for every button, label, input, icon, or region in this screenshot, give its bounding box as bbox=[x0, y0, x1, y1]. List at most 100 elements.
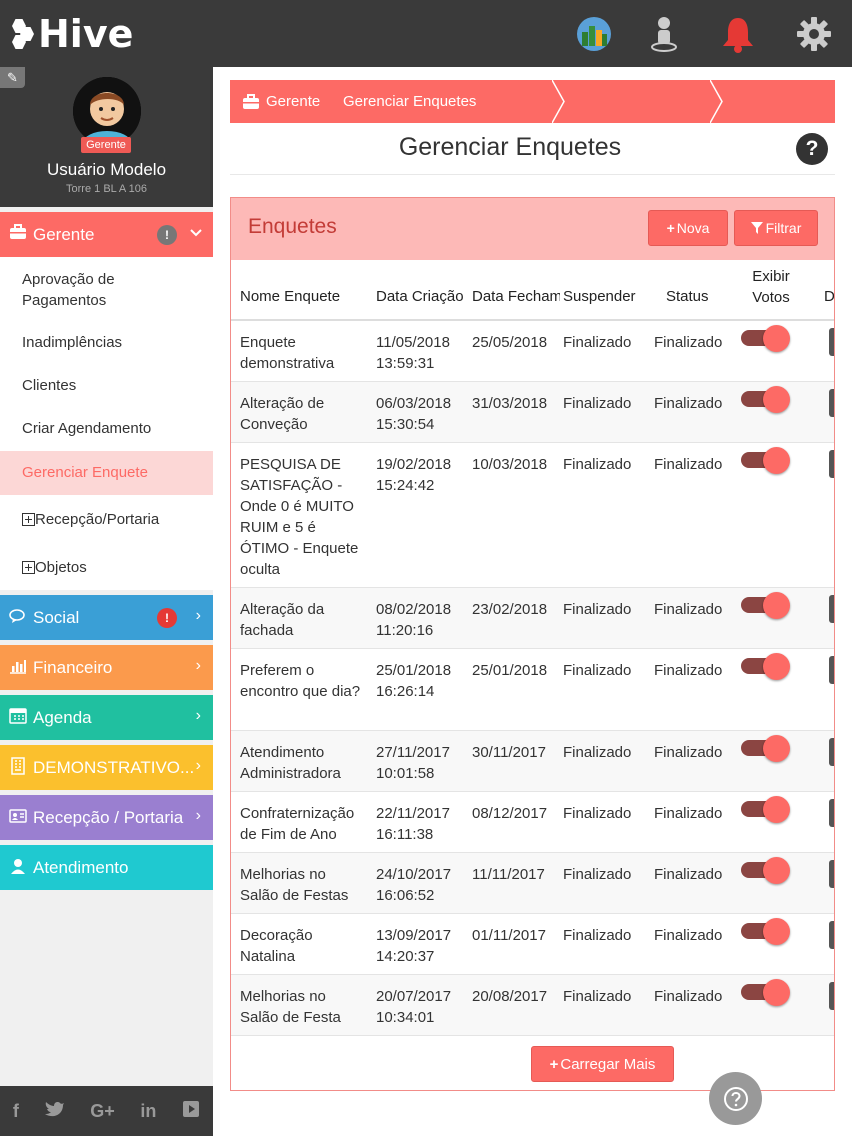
cell-suspend: Finalizado bbox=[560, 587, 651, 649]
column-header-status[interactable]: Status bbox=[651, 260, 741, 321]
table-row[interactable]: Enquete demonstrativa 11/05/2018 13:59:31… bbox=[231, 320, 834, 382]
cell-created: 22/11/2017 16:11:38 bbox=[367, 791, 463, 853]
panel-header: Enquetes + Nova Filtrar bbox=[231, 198, 834, 260]
row-action-button[interactable] bbox=[829, 798, 834, 827]
gear-icon[interactable] bbox=[794, 14, 834, 54]
cell-name: Confraternização de Fim de Ano bbox=[231, 791, 367, 853]
google-plus-icon[interactable]: G+ bbox=[90, 1101, 115, 1122]
menu-financeiro[interactable]: Financeiro › bbox=[0, 645, 213, 690]
chevron-right-icon: › bbox=[195, 607, 201, 624]
show-votes-toggle[interactable] bbox=[741, 591, 791, 619]
load-more-button[interactable]: + Carregar Mais bbox=[531, 1046, 674, 1082]
column-header-nome[interactable]: Nome Enquete bbox=[231, 260, 367, 321]
column-header-suspender[interactable]: Suspender bbox=[560, 260, 651, 321]
sidebar-item-recepcao-portaria[interactable]: Recepção/Portaria bbox=[22, 511, 159, 528]
facebook-icon[interactable]: f bbox=[13, 1101, 19, 1122]
bell-icon[interactable] bbox=[718, 14, 758, 54]
chevron-down-icon bbox=[189, 224, 203, 247]
sidebar-item-objetos[interactable]: Objetos bbox=[22, 559, 87, 576]
column-header-data-fechamento[interactable]: Data Fechamento bbox=[463, 260, 560, 321]
sidebar-item-clientes[interactable]: Clientes bbox=[22, 377, 76, 394]
menu-gerente[interactable]: Gerente ! bbox=[0, 212, 213, 257]
sidebar-item-criar-agendamento[interactable]: Criar Agendamento bbox=[22, 420, 151, 437]
profile-unit: Torre 1 BL A 106 bbox=[66, 183, 147, 195]
new-button-label: Nova bbox=[676, 220, 710, 236]
breadcrumb-home[interactable]: Gerente bbox=[242, 80, 320, 123]
cell-name: Alteração da fachada bbox=[231, 587, 367, 649]
enquetes-table: Nome Enquete Data Criação Data Fechament… bbox=[231, 260, 834, 1036]
avatar[interactable] bbox=[73, 77, 141, 145]
row-action-button[interactable] bbox=[829, 655, 834, 684]
hive-logo[interactable]: Hive bbox=[12, 12, 133, 56]
show-votes-toggle[interactable] bbox=[741, 856, 791, 884]
menu-recepcao-portaria[interactable]: Recepção / Portaria › bbox=[0, 795, 213, 840]
row-action-button[interactable] bbox=[829, 737, 834, 766]
menu-atendimento[interactable]: Atendimento bbox=[0, 845, 213, 890]
row-action-button[interactable] bbox=[829, 859, 834, 888]
menu-demonstrativo[interactable]: DEMONSTRATIVO... › bbox=[0, 745, 213, 790]
breadcrumb-current[interactable]: Gerenciar Enquetes bbox=[343, 80, 476, 123]
show-votes-toggle[interactable] bbox=[741, 978, 791, 1006]
show-votes-toggle[interactable] bbox=[741, 734, 791, 762]
twitter-icon[interactable] bbox=[44, 1101, 65, 1122]
plus-square-icon bbox=[22, 561, 35, 574]
new-button[interactable]: + Nova bbox=[648, 210, 728, 246]
column-header-exibir-votos[interactable]: Exibir Votos bbox=[741, 260, 801, 321]
table-row[interactable]: Alteração da fachada 08/02/2018 11:20:16 2… bbox=[231, 587, 834, 649]
linkedin-icon[interactable]: in bbox=[140, 1101, 156, 1122]
sidebar-item-gerenciar-enquete[interactable]: Gerenciar Enquete bbox=[22, 464, 148, 481]
cell-name: Enquete demonstrativa bbox=[231, 320, 367, 382]
show-votes-toggle[interactable] bbox=[741, 652, 791, 680]
youtube-icon[interactable] bbox=[182, 1100, 200, 1123]
floating-help-button[interactable] bbox=[709, 1072, 762, 1125]
table-row[interactable]: Decoração Natalina 13/09/2017 14:20:37 01/… bbox=[231, 913, 834, 975]
city-icon[interactable] bbox=[574, 14, 614, 54]
pencil-icon[interactable]: ✎ bbox=[0, 67, 25, 88]
chat-icon bbox=[9, 608, 27, 628]
show-votes-toggle[interactable] bbox=[741, 446, 791, 474]
show-votes-toggle[interactable] bbox=[741, 325, 791, 352]
menu-demonstrativo-label: DEMONSTRATIVO... bbox=[33, 757, 195, 777]
plus-square-icon bbox=[22, 513, 35, 526]
cell-status: Finalizado bbox=[651, 587, 741, 649]
cell-closed: 31/03/2018 bbox=[463, 381, 560, 443]
enquetes-panel: Enquetes + Nova Filtrar Nome Enquete Dat… bbox=[230, 197, 835, 1091]
briefcase-icon bbox=[243, 93, 259, 109]
table-row[interactable]: Melhorias no Salão de Festas 24/10/2017 1… bbox=[231, 852, 834, 914]
menu-financeiro-label: Financeiro bbox=[33, 657, 113, 677]
cell-status: Finalizado bbox=[651, 442, 741, 588]
show-votes-toggle[interactable] bbox=[741, 917, 791, 945]
menu-agenda[interactable]: Agenda › bbox=[0, 695, 213, 740]
sidebar: ✎ Gerente Usuário Modelo Torre 1 BL A 10… bbox=[0, 67, 213, 1136]
row-action-button[interactable] bbox=[829, 594, 834, 623]
filter-button[interactable]: Filtrar bbox=[734, 210, 818, 246]
table-row[interactable]: Preferem o encontro que dia? 25/01/2018 1… bbox=[231, 648, 834, 731]
menu-social[interactable]: Social ! › bbox=[0, 595, 213, 640]
row-action-button[interactable] bbox=[829, 328, 834, 356]
row-action-button[interactable] bbox=[829, 388, 834, 417]
profile-card: ✎ Gerente Usuário Modelo Torre 1 BL A 10… bbox=[0, 67, 213, 207]
table-row[interactable]: Confraternização de Fim de Ano 22/11/2017… bbox=[231, 791, 834, 853]
cell-name: Melhorias no Salão de Festa bbox=[231, 974, 367, 1036]
cell-status: Finalizado bbox=[651, 852, 741, 914]
sidebar-item-inadimplencias[interactable]: Inadimplências bbox=[22, 334, 122, 351]
user-location-icon[interactable] bbox=[644, 14, 684, 54]
table-row[interactable]: Atendimento Administradora 27/11/2017 10:… bbox=[231, 730, 834, 792]
row-action-button[interactable] bbox=[829, 981, 834, 1010]
table-row[interactable]: Alteração de Conveção 06/03/2018 15:30:54… bbox=[231, 381, 834, 443]
menu-recepcao-label: Recepção / Portaria bbox=[33, 807, 184, 827]
help-icon[interactable]: ? bbox=[796, 133, 828, 165]
row-action-button[interactable] bbox=[829, 449, 834, 478]
column-header-data-criacao[interactable]: Data Criação bbox=[367, 260, 463, 321]
column-header-de[interactable]: De bbox=[801, 260, 834, 321]
alert-badge: ! bbox=[157, 225, 177, 245]
row-action-button[interactable] bbox=[829, 920, 834, 949]
table-row[interactable]: PESQUISA DE SATISFAÇÃO - Onde 0 é MUITO … bbox=[231, 442, 834, 588]
chevron-right-icon: › bbox=[195, 807, 201, 824]
sidebar-item-aprovacao-pagamentos[interactable]: Aprovação de Pagamentos bbox=[22, 269, 202, 311]
cell-actions bbox=[801, 791, 834, 853]
show-votes-toggle[interactable] bbox=[741, 795, 791, 823]
show-votes-toggle[interactable] bbox=[741, 385, 791, 413]
table-row[interactable]: Melhorias no Salão de Festa 20/07/2017 10… bbox=[231, 974, 834, 1036]
cell-actions bbox=[801, 381, 834, 443]
